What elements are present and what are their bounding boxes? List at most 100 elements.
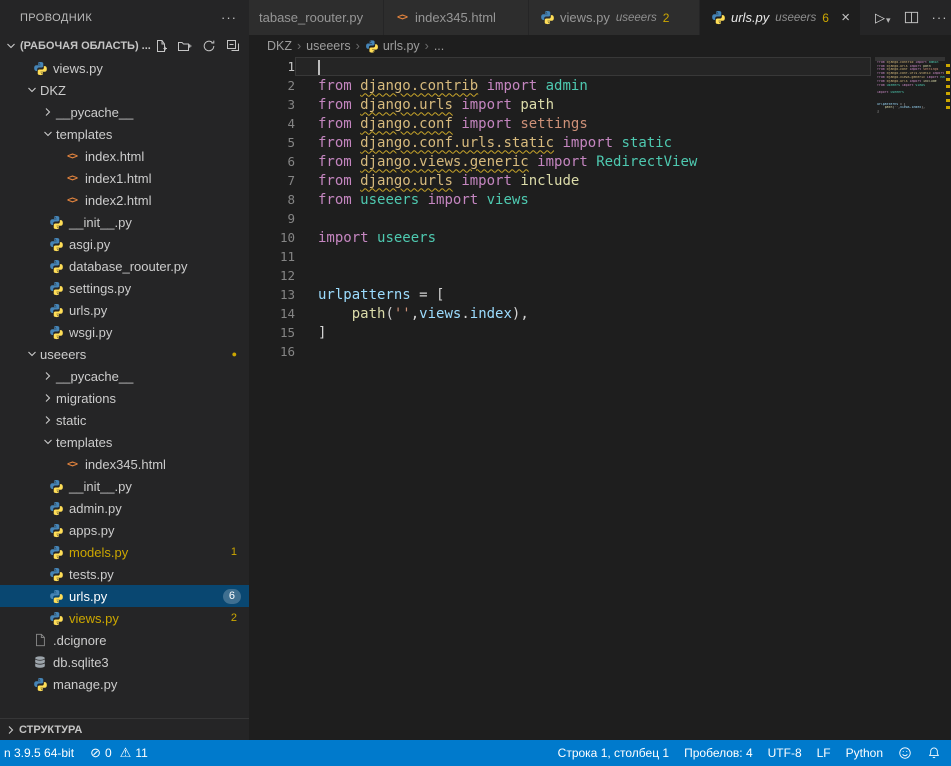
tree-item-label: static xyxy=(56,413,86,428)
tabs-container: tabase_roouter.py<>index345.htmlviews.py… xyxy=(249,0,861,35)
code-line[interactable]: 1 xyxy=(249,57,871,76)
outline-label: СТРУКТУРА xyxy=(19,724,82,736)
tree-file-.dcignore[interactable]: .dcignore xyxy=(0,629,249,651)
breadcrumb-item[interactable]: ... xyxy=(434,39,444,53)
tree-folder-DKZ[interactable]: DKZ xyxy=(0,79,249,101)
html-icon: <> xyxy=(64,456,80,472)
tree-file-index2.html[interactable]: <> index2.html xyxy=(0,189,249,211)
code-area[interactable]: 12from django.contrib import admin3from … xyxy=(249,57,871,740)
line-content: from django.urls import include xyxy=(318,173,579,189)
tree-file-manage.py[interactable]: manage.py xyxy=(0,673,249,695)
tab-urls.py[interactable]: urls.pyuseeers6× xyxy=(700,0,861,35)
tree-file-views.py[interactable]: views.py2 xyxy=(0,607,249,629)
code-line[interactable]: 14 path('',views.index), xyxy=(249,304,871,323)
code-line[interactable]: 9 xyxy=(249,209,871,228)
new-file-icon[interactable] xyxy=(153,38,169,54)
tree-file-__init__.py[interactable]: __init__.py xyxy=(0,211,249,233)
eol[interactable]: LF xyxy=(817,746,831,760)
tree-file-apps.py[interactable]: apps.py xyxy=(0,519,249,541)
tree-file-tests.py[interactable]: tests.py xyxy=(0,563,249,585)
tree-file-index345.html[interactable]: <> index345.html xyxy=(0,453,249,475)
tree-file-index.html[interactable]: <>index.html xyxy=(0,145,249,167)
code-line[interactable]: 8from useeers import views xyxy=(249,190,871,209)
tree-folder-migrations[interactable]: migrations xyxy=(0,387,249,409)
tree-file-wsgi.py[interactable]: wsgi.py xyxy=(0,321,249,343)
line-number: 16 xyxy=(249,344,295,359)
breadcrumb-item[interactable]: useeers xyxy=(306,39,350,53)
tree-file-index1.html[interactable]: <>index1.html xyxy=(0,167,249,189)
chevron-right-icon xyxy=(40,390,56,406)
explorer-title: ПРОВОДНИК xyxy=(20,12,92,24)
indentation[interactable]: Пробелов: 4 xyxy=(684,746,753,760)
tab-label: urls.py xyxy=(731,10,769,25)
tree-folder-templates[interactable]: templates xyxy=(0,431,249,453)
code-line[interactable]: 2from django.contrib import admin xyxy=(249,76,871,95)
collapse-all-icon[interactable] xyxy=(225,38,241,54)
warning-mark xyxy=(946,71,950,74)
workspace-section-header[interactable]: (РАБОЧАЯ ОБЛАСТЬ) ... xyxy=(0,35,249,57)
split-editor-icon[interactable] xyxy=(904,10,919,25)
cursor-position[interactable]: Строка 1, столбец 1 xyxy=(558,746,669,760)
run-python-file-button[interactable]: ▷ ▾ xyxy=(875,10,891,26)
minimap[interactable]: from django.contrib import adminfrom dja… xyxy=(875,57,945,740)
tree-file-urls.py[interactable]: urls.py xyxy=(0,299,249,321)
tab-tabase_roouter.py[interactable]: tabase_roouter.py xyxy=(249,0,384,35)
tree-item-label: index2.html xyxy=(85,193,151,208)
line-number: 13 xyxy=(249,287,295,302)
outline-section-header[interactable]: СТРУКТУРА xyxy=(0,718,249,740)
python-icon xyxy=(32,676,48,692)
close-tab-icon[interactable]: × xyxy=(835,9,850,26)
run-dropdown-icon[interactable]: ▾ xyxy=(886,15,891,26)
tree-file-database_roouter.py[interactable]: database_roouter.py xyxy=(0,255,249,277)
explorer-more-icon[interactable]: ··· xyxy=(221,10,237,25)
feedback-icon[interactable] xyxy=(898,746,912,760)
breadcrumb-item[interactable]: DKZ xyxy=(267,39,292,53)
refresh-icon[interactable] xyxy=(201,38,217,54)
line-content: from useeers import views xyxy=(318,192,529,208)
python-interpreter[interactable]: n 3.9.5 64-bit xyxy=(4,746,74,760)
tree-item-label: index345.html xyxy=(85,457,166,472)
tree-file-settings.py[interactable]: settings.py xyxy=(0,277,249,299)
code-line[interactable]: 3from django.urls import path xyxy=(249,95,871,114)
tree-folder-__pycache__[interactable]: __pycache__ xyxy=(0,101,249,123)
language-mode[interactable]: Python xyxy=(846,746,883,760)
code-line[interactable]: 12 xyxy=(249,266,871,285)
tree-file-admin.py[interactable]: admin.py xyxy=(0,497,249,519)
encoding[interactable]: UTF-8 xyxy=(768,746,802,760)
tree-folder-__pycache__[interactable]: __pycache__ xyxy=(0,365,249,387)
python-icon xyxy=(32,60,48,76)
code-line[interactable]: 4from django.conf import settings xyxy=(249,114,871,133)
breadcrumb-item[interactable]: urls.py xyxy=(365,39,420,53)
tab-views.py[interactable]: views.pyuseeers2 xyxy=(529,0,700,35)
tree-folder-templates[interactable]: templates xyxy=(0,123,249,145)
code-line[interactable]: 15] xyxy=(249,323,871,342)
line-content: from django.contrib import admin xyxy=(318,78,588,94)
editor[interactable]: 12from django.contrib import admin3from … xyxy=(249,57,951,740)
notifications-bell-icon[interactable] xyxy=(927,746,941,760)
tree-item-label: tests.py xyxy=(69,567,114,582)
tab-index345.html[interactable]: <>index345.html xyxy=(384,0,529,35)
code-line[interactable]: 7from django.urls import include xyxy=(249,171,871,190)
code-line[interactable]: 6from django.views.generic import Redire… xyxy=(249,152,871,171)
html-icon: <> xyxy=(64,192,80,208)
text-cursor xyxy=(318,60,320,75)
problems-status[interactable]: ⊘ 0 ⚠ 11 xyxy=(90,745,148,761)
tree-file-asgi.py[interactable]: asgi.py xyxy=(0,233,249,255)
code-line[interactable]: 5from django.conf.urls.static import sta… xyxy=(249,133,871,152)
explorer-header: ПРОВОДНИК ··· xyxy=(0,0,249,35)
tree-folder-useeers[interactable]: useeers● xyxy=(0,343,249,365)
warnings-icon: ⚠ xyxy=(120,745,132,761)
tree-file-__init__.py[interactable]: __init__.py xyxy=(0,475,249,497)
editor-more-icon[interactable]: ··· xyxy=(932,10,948,25)
tree-file-urls.py[interactable]: urls.py6 xyxy=(0,585,249,607)
tree-file-models.py[interactable]: models.py1 xyxy=(0,541,249,563)
code-line[interactable]: 11 xyxy=(249,247,871,266)
code-line[interactable]: 16 xyxy=(249,342,871,361)
tree-file-db.sqlite3[interactable]: db.sqlite3 xyxy=(0,651,249,673)
code-line[interactable]: 13urlpatterns = [ xyxy=(249,285,871,304)
file-tree: views.pyDKZ__pycache__templates<>index.h… xyxy=(0,57,249,718)
tree-folder-static[interactable]: static xyxy=(0,409,249,431)
code-line[interactable]: 10import useeers xyxy=(249,228,871,247)
new-folder-icon[interactable] xyxy=(177,38,193,54)
tree-file-views.py[interactable]: views.py xyxy=(0,57,249,79)
